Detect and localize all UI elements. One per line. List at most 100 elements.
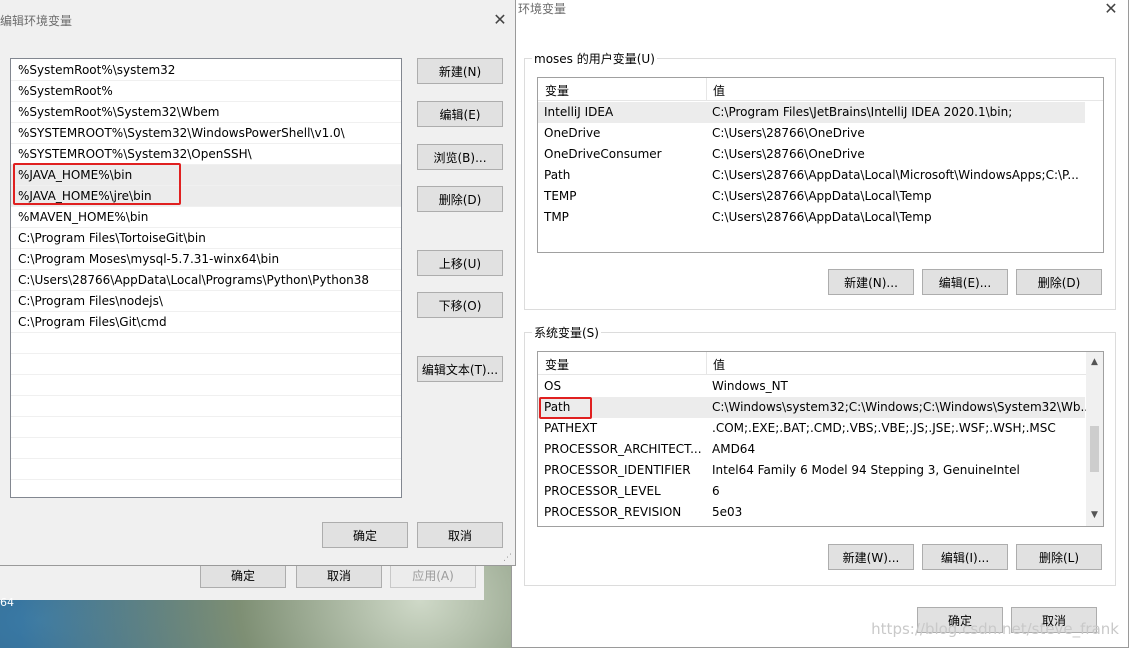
edit-delete-button[interactable]: 删除(D) — [417, 186, 503, 212]
user-list-header: 变量 值 — [538, 78, 1103, 101]
variable-name: Path — [544, 168, 571, 182]
list-item[interactable]: C:\Program Files\TortoiseGit\bin — [11, 228, 401, 249]
table-row[interactable]: PROCESSOR_REVISION 5e03 — [538, 502, 1085, 523]
system-variables-label: 系统变量(S) — [532, 324, 601, 341]
path-highlight-box — [539, 397, 592, 419]
list-item[interactable]: C:\Program Files\Git\cmd — [11, 312, 401, 333]
move-up-button[interactable]: 上移(U) — [417, 250, 503, 276]
table-row[interactable]: PROCESSOR_IDENTIFIER Intel64 Family 6 Mod… — [538, 460, 1085, 481]
variable-name: PATHEXT — [544, 421, 598, 435]
edit-new-button[interactable]: 新建(N) — [417, 58, 503, 84]
table-row[interactable]: PATHEXT .COM;.EXE;.BAT;.CMD;.VBS;.VBE;.JS… — [538, 418, 1085, 439]
table-row[interactable]: PROCESSOR_LEVEL 6 — [538, 481, 1085, 502]
list-item[interactable]: %SystemRoot%\System32\Wbem — [11, 102, 401, 123]
variable-value: .COM;.EXE;.BAT;.CMD;.VBS;.VBE;.JS;.JSE;.… — [712, 421, 1056, 435]
variable-name: OS — [544, 379, 562, 393]
user-delete-button[interactable]: 删除(D) — [1016, 269, 1102, 295]
variable-name: OneDrive — [544, 126, 601, 140]
list-item[interactable]: %MAVEN_HOME%\bin — [11, 207, 401, 228]
table-row[interactable]: PROCESSOR_ARCHITECT... AMD64 — [538, 439, 1085, 460]
system-list-header: 变量 值 — [538, 352, 1103, 375]
variable-value: C:\Users\28766\OneDrive — [712, 126, 865, 140]
table-row[interactable]: TEMP C:\Users\28766\AppData\Local\Temp — [538, 186, 1085, 207]
watermark-text: https://blog.csdn.net/steve_frank — [871, 620, 1119, 638]
table-row[interactable]: Path C:\Windows\system32;C:\Windows;C:\Wi… — [538, 397, 1092, 418]
variable-value: 5e03 — [712, 505, 743, 519]
edit-environment-variable-dialog: 编辑环境变量 ✕ %SystemRoot%\system32 %SystemRoo… — [0, 0, 516, 566]
close-icon[interactable]: ✕ — [1100, 0, 1122, 20]
variable-value: C:\Users\28766\AppData\Local\Temp — [712, 210, 932, 224]
path-entries-list[interactable]: %SystemRoot%\system32 %SystemRoot% %System… — [10, 58, 402, 498]
system-edit-button[interactable]: 编辑(I)... — [922, 544, 1008, 570]
list-item[interactable]: C:\Program Files\nodejs\ — [11, 291, 401, 312]
variable-name: PROCESSOR_IDENTIFIER — [544, 463, 691, 477]
variable-value: AMD64 — [712, 442, 756, 456]
table-row[interactable]: Path C:\Users\28766\AppData\Local\Microso… — [538, 165, 1085, 186]
list-item[interactable]: %SystemRoot% — [11, 81, 401, 102]
table-row[interactable]: OneDrive C:\Users\28766\OneDrive — [538, 123, 1085, 144]
scroll-up-arrow-icon[interactable]: ▲ — [1086, 354, 1103, 371]
env-titlebar: 环境变量 ✕ — [512, 0, 1128, 40]
variable-name: TMP — [544, 210, 569, 224]
system-list-scrollbar[interactable]: ▲ ▼ — [1086, 352, 1103, 526]
edit-titlebar: 编辑环境变量 ✕ — [0, 0, 515, 40]
edit-cancel-button[interactable]: 取消 — [417, 522, 503, 548]
list-item[interactable]: %SystemRoot%\system32 — [11, 60, 401, 81]
variable-value: C:\Users\28766\AppData\Local\Temp — [712, 189, 932, 203]
empty-list-row[interactable] — [11, 480, 401, 497]
resize-grip-icon[interactable]: ⋰ — [503, 553, 513, 563]
table-row[interactable]: OS Windows_NT — [538, 376, 1085, 397]
move-down-button[interactable]: 下移(O) — [417, 292, 503, 318]
empty-list-row[interactable] — [11, 375, 401, 396]
edit-title: 编辑环境变量 — [0, 14, 73, 28]
system-delete-button[interactable]: 删除(L) — [1016, 544, 1102, 570]
variable-value: Intel64 Family 6 Model 94 Stepping 3, Ge… — [712, 463, 1020, 477]
variable-value: C:\Users\28766\OneDrive — [712, 147, 865, 161]
scroll-down-arrow-icon[interactable]: ▼ — [1086, 507, 1103, 524]
close-icon[interactable]: ✕ — [489, 9, 511, 31]
user-new-button[interactable]: 新建(N)... — [828, 269, 914, 295]
empty-list-row[interactable] — [11, 396, 401, 417]
variable-name: OneDriveConsumer — [544, 147, 662, 161]
column-variable[interactable]: 变量 — [545, 82, 569, 99]
env-title: 环境变量 — [518, 2, 567, 16]
variable-name: IntelliJ IDEA — [544, 105, 614, 119]
empty-list-row[interactable] — [11, 354, 401, 375]
scrollbar-thumb[interactable] — [1090, 426, 1099, 472]
table-row[interactable]: IntelliJ IDEA C:\Program Files\JetBrains\… — [538, 102, 1085, 123]
variable-name: PROCESSOR_LEVEL — [544, 484, 661, 498]
system-variables-list[interactable]: 变量 值 OS Windows_NT Path C:\Windows\system32… — [537, 351, 1104, 527]
variable-value: Windows_NT — [712, 379, 788, 393]
variable-value: C:\Program Files\JetBrains\IntelliJ IDEA… — [712, 105, 1013, 119]
table-row[interactable]: OneDriveConsumer C:\Users\28766\OneDrive — [538, 144, 1085, 165]
environment-variables-dialog: 环境变量 ✕ moses 的用户变量(U) 变量 值 IntelliJ IDEA… — [511, 0, 1129, 648]
user-edit-button[interactable]: 编辑(E)... — [922, 269, 1008, 295]
edit-browse-button[interactable]: 浏览(B)... — [417, 144, 503, 170]
variable-value: C:\Windows\system32;C:\Windows;C:\Window… — [712, 400, 1092, 414]
table-row[interactable]: TMP C:\Users\28766\AppData\Local\Temp — [538, 207, 1085, 228]
user-variables-label: moses 的用户变量(U) — [532, 50, 657, 67]
left-edge-text: 64 — [0, 596, 14, 609]
column-value[interactable]: 值 — [713, 82, 725, 99]
variable-name: PROCESSOR_ARCHITECT... — [544, 442, 702, 456]
edit-edit-button[interactable]: 编辑(E) — [417, 101, 503, 127]
edit-ok-button[interactable]: 确定 — [322, 522, 408, 548]
list-item[interactable]: %SYSTEMROOT%\System32\WindowsPowerShell\… — [11, 123, 401, 144]
variable-name: PROCESSOR_REVISION — [544, 505, 682, 519]
list-item[interactable]: C:\Users\28766\AppData\Local\Programs\Py… — [11, 270, 401, 291]
list-item[interactable]: %SYSTEMROOT%\System32\OpenSSH\ — [11, 144, 401, 165]
empty-list-row[interactable] — [11, 333, 401, 354]
system-new-button[interactable]: 新建(W)... — [828, 544, 914, 570]
empty-list-row[interactable] — [11, 417, 401, 438]
empty-list-row[interactable] — [11, 438, 401, 459]
column-value[interactable]: 值 — [713, 356, 725, 373]
column-variable[interactable]: 变量 — [545, 356, 569, 373]
empty-list-row[interactable] — [11, 459, 401, 480]
java-home-highlight-box — [13, 163, 181, 205]
list-item[interactable]: C:\Program Moses\mysql-5.7.31-winx64\bin — [11, 249, 401, 270]
variable-value: 6 — [712, 484, 720, 498]
variable-value: C:\Users\28766\AppData\Local\Microsoft\W… — [712, 168, 1079, 182]
user-variables-list[interactable]: 变量 值 IntelliJ IDEA C:\Program Files\JetBr… — [537, 77, 1104, 253]
variable-name: TEMP — [544, 189, 577, 203]
edit-text-button[interactable]: 编辑文本(T)... — [417, 356, 503, 382]
